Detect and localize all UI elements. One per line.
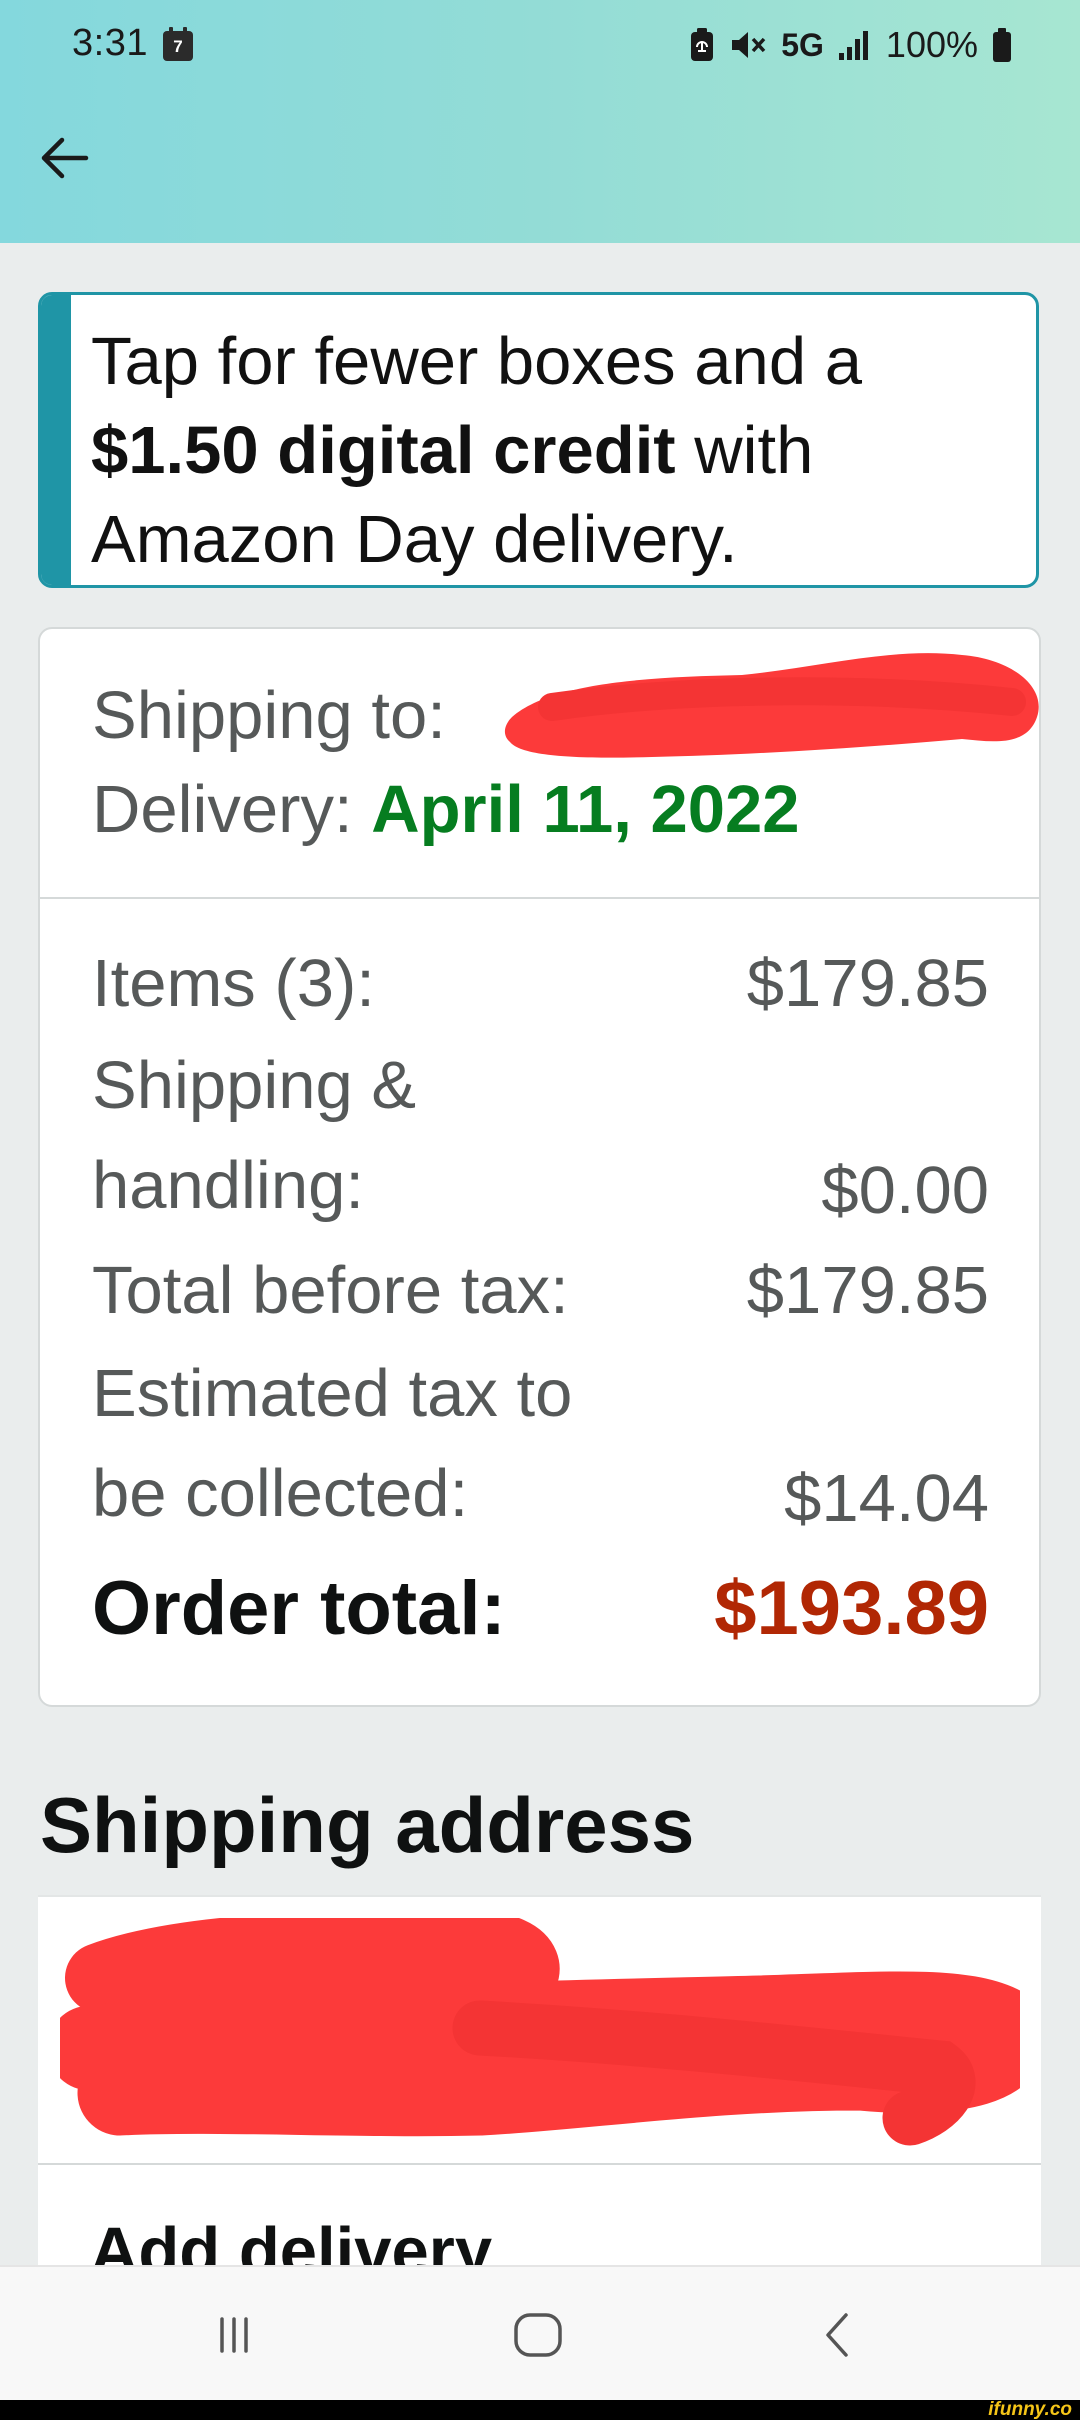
- order-total-value: $193.89: [714, 1566, 989, 1651]
- card-divider: [40, 897, 1039, 899]
- system-nav-bar: [0, 2265, 1080, 2400]
- line-value: $179.85: [746, 946, 989, 1021]
- promo-credit-amount: $1.50 digital credit: [91, 413, 676, 488]
- home-button[interactable]: [498, 2295, 578, 2375]
- line-label: Estimated tax to be collected:: [92, 1356, 573, 1531]
- home-icon: [514, 2313, 562, 2357]
- shipping-to-label: Shipping to:: [92, 678, 446, 753]
- shipping-address-heading: Shipping address: [40, 1781, 695, 1869]
- app-header: 3:31 7 5G 100%: [0, 0, 1080, 243]
- delivery-row: Delivery: April 11, 2022: [92, 771, 800, 848]
- shipping-handling-line: Shipping & handling: $0.00: [92, 1036, 989, 1241]
- signal-icon: [838, 31, 868, 60]
- battery-icon: [993, 28, 1011, 62]
- recents-button[interactable]: [194, 2295, 274, 2375]
- order-total-label: Order total:: [92, 1566, 506, 1651]
- total-before-tax-line: Total before tax: $179.85: [92, 1241, 989, 1341]
- items-line: Items (3): $179.85: [92, 934, 989, 1034]
- add-delivery-text: Add delivery: [90, 2214, 493, 2265]
- line-value: $0.00: [821, 1153, 989, 1228]
- order-total-line: Order total: $193.89: [92, 1559, 989, 1659]
- line-value: $179.85: [746, 1253, 989, 1328]
- delivery-date: April 11, 2022: [371, 772, 800, 847]
- mute-icon: [732, 32, 766, 58]
- back-arrow-icon[interactable]: [36, 130, 92, 186]
- watermark-logo: ifunny.co: [988, 2399, 1072, 2420]
- back-chevron-icon: [826, 2313, 848, 2357]
- promo-text-start: Tap for fewer boxes and a: [91, 324, 862, 399]
- estimated-tax-line: Estimated tax to be collected: $14.04: [92, 1344, 989, 1549]
- status-time: 3:31: [72, 22, 148, 64]
- promo-text: Tap for fewer boxes and a $1.50 digital …: [91, 317, 1021, 584]
- add-delivery-instructions-row[interactable]: Add delivery: [38, 2165, 1041, 2265]
- network-type: 5G: [781, 26, 824, 63]
- battery-saver-icon: [691, 28, 714, 61]
- promo-accent-stripe: [41, 295, 71, 585]
- amazon-day-promo-banner[interactable]: Tap for fewer boxes and a $1.50 digital …: [38, 292, 1039, 588]
- line-value: $14.04: [784, 1461, 989, 1536]
- status-icons: 5G 100%: [689, 22, 1012, 68]
- redaction-scribble: [504, 653, 1039, 758]
- recents-icon: [220, 2317, 248, 2353]
- battery-percent: 100%: [885, 24, 978, 65]
- line-label: Shipping & handling:: [92, 1048, 417, 1223]
- calendar-notification-icon: 7: [163, 27, 193, 61]
- nav-back-button[interactable]: [798, 2295, 878, 2375]
- watermark-strip: ifunny.co: [0, 2400, 1080, 2420]
- shipping-address-card[interactable]: [38, 1895, 1041, 2165]
- line-label: Total before tax:: [92, 1253, 569, 1328]
- line-label: Items (3):: [92, 946, 375, 1021]
- order-summary-card: Shipping to: Delivery: April 11, 2022 It…: [38, 627, 1041, 1707]
- delivery-label: Delivery:: [92, 772, 353, 847]
